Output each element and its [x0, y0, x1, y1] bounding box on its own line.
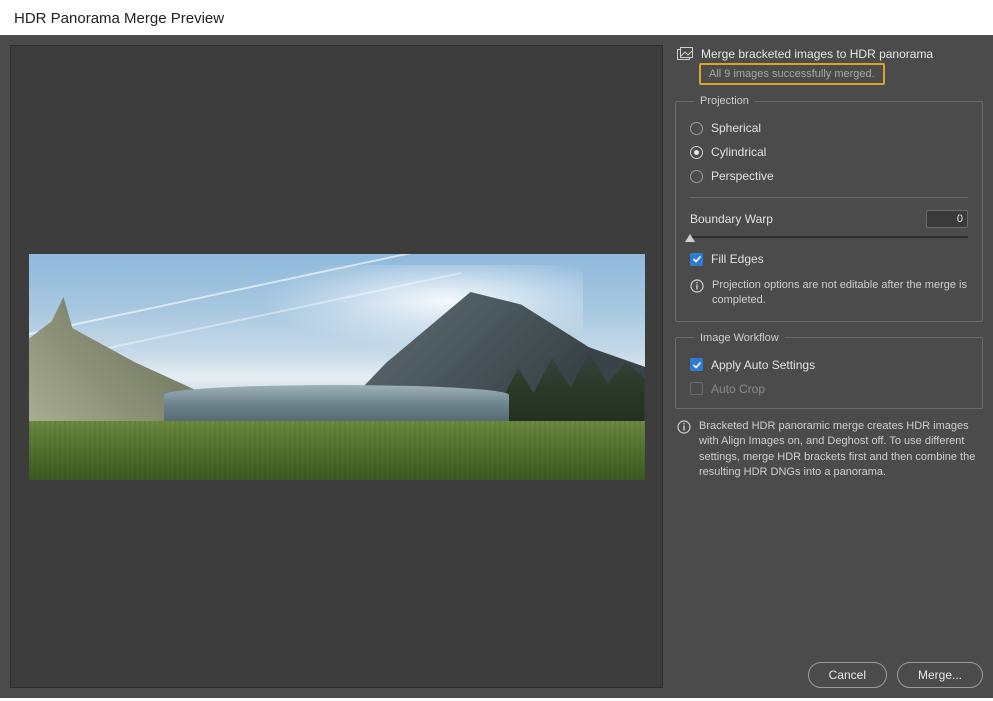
radio-label: Spherical: [711, 121, 761, 135]
checkbox-label: Fill Edges: [711, 252, 764, 266]
radio-label: Perspective: [711, 169, 774, 183]
app-body: Merge bracketed images to HDR panorama A…: [0, 35, 993, 698]
radio-spherical[interactable]: Spherical: [690, 121, 968, 135]
radio-icon: [690, 146, 703, 159]
hdr-info-text: Bracketed HDR panoramic merge creates HD…: [699, 419, 981, 481]
panorama-preview-image: [29, 254, 645, 480]
settings-panel: Merge bracketed images to HDR panorama A…: [675, 45, 983, 688]
boundary-warp-input[interactable]: [926, 210, 968, 228]
info-icon: [690, 278, 704, 293]
merge-header: Merge bracketed images to HDR panorama: [675, 45, 983, 63]
checkbox-label: Apply Auto Settings: [711, 358, 815, 372]
radio-icon: [690, 170, 703, 183]
preview-panel: [10, 45, 663, 688]
checkbox-icon: [690, 382, 703, 395]
projection-group: Projection Spherical Cylindrical Perspec…: [675, 95, 983, 322]
dialog-footer: Cancel Merge...: [675, 654, 983, 688]
images-icon: [677, 47, 693, 61]
hdr-info: Bracketed HDR panoramic merge creates HD…: [675, 419, 983, 481]
workflow-legend: Image Workflow: [694, 332, 785, 344]
slider-thumb-icon[interactable]: [685, 234, 695, 242]
checkbox-icon: [690, 358, 703, 371]
divider: [690, 197, 968, 198]
projection-note-text: Projection options are not editable afte…: [712, 278, 968, 309]
auto-crop-checkbox: Auto Crop: [690, 382, 968, 396]
checkbox-icon: [690, 253, 703, 266]
info-icon: [677, 419, 691, 434]
projection-note: Projection options are not editable afte…: [690, 278, 968, 309]
image-workflow-group: Image Workflow Apply Auto Settings Auto …: [675, 332, 983, 409]
radio-label: Cylindrical: [711, 145, 766, 159]
cancel-button[interactable]: Cancel: [808, 662, 887, 688]
checkbox-label: Auto Crop: [711, 382, 765, 396]
projection-legend: Projection: [694, 95, 755, 107]
window-title: HDR Panorama Merge Preview: [0, 0, 993, 35]
radio-perspective[interactable]: Perspective: [690, 169, 968, 183]
radio-icon: [690, 122, 703, 135]
merge-button[interactable]: Merge...: [897, 662, 983, 688]
boundary-warp-label: Boundary Warp: [690, 212, 773, 226]
radio-cylindrical[interactable]: Cylindrical: [690, 145, 968, 159]
fill-edges-checkbox[interactable]: Fill Edges: [690, 252, 968, 266]
apply-auto-settings-checkbox[interactable]: Apply Auto Settings: [690, 358, 968, 372]
merge-status: All 9 images successfully merged.: [699, 63, 885, 85]
merge-header-label: Merge bracketed images to HDR panorama: [701, 47, 933, 61]
boundary-warp-slider[interactable]: [690, 230, 968, 244]
